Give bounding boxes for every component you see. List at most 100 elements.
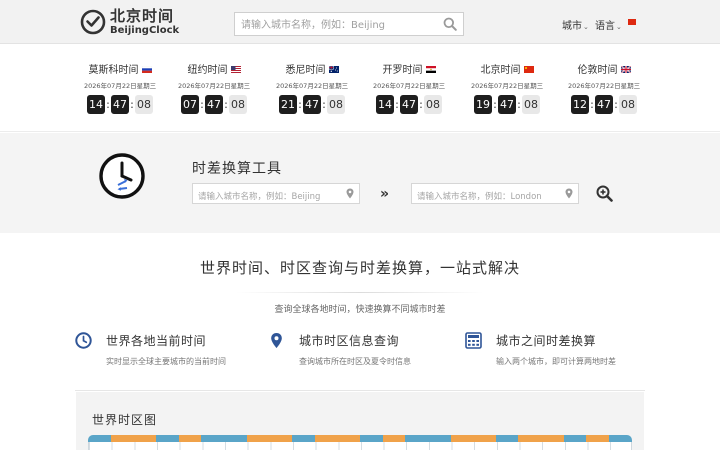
world-timezone-map-panel: 世界时区图 — [76, 392, 644, 450]
site-header: 北京时间 BeijingClock 城市⌄ 语言⌄ — [0, 0, 720, 44]
clock-minute: 47 — [111, 95, 129, 114]
timezone-segment — [359, 435, 383, 442]
clock-second: 08 — [619, 95, 637, 114]
world-clock-row: 莫斯科时间 2026年07月22日星期三 14:47:08 纽约时间 2026年… — [0, 45, 720, 132]
location-pin-icon — [346, 188, 354, 199]
timezone-segment — [337, 435, 360, 442]
clock-minute: 47 — [303, 95, 321, 114]
timezone-segment — [88, 435, 111, 442]
timezone-segment — [133, 435, 156, 442]
feature-time-difference[interactable]: 城市之间时差换算 输入两个城市，即可计算两地时差 — [465, 331, 665, 371]
timezone-segment — [541, 435, 564, 442]
nav-language-menu[interactable]: 语言⌄ — [595, 17, 622, 32]
feature-description: 查询城市所在时区及夏令时信息 — [299, 357, 411, 366]
logo-subtitle: BeijingClock — [110, 25, 180, 36]
double-chevron-right-icon: » — [380, 186, 390, 202]
timezone-segment — [586, 435, 610, 442]
timezone-segment — [110, 435, 134, 442]
calculator-icon — [465, 332, 482, 349]
city-search-input[interactable] — [235, 14, 431, 37]
timezone-segment — [269, 435, 292, 442]
feature-title: 城市时区信息查询 — [299, 334, 400, 348]
feature-description: 输入两个城市，即可计算两地时差 — [496, 357, 616, 366]
clock-card-moscow[interactable]: 莫斯科时间 2026年07月22日星期三 14:47:08 — [84, 65, 156, 114]
clock-time: 19:47:08 — [471, 95, 543, 114]
features-divider — [75, 390, 645, 391]
clock-date: 2026年07月22日星期三 — [276, 82, 349, 90]
clock-minute: 47 — [498, 95, 516, 114]
china-flag-icon[interactable] — [628, 19, 636, 25]
clock-date: 2026年07月22日星期三 — [178, 82, 251, 90]
clock-card-new-york[interactable]: 纽约时间 2026年07月22日星期三 07:47:08 — [178, 65, 250, 114]
search-icon[interactable] — [443, 17, 457, 31]
timezone-ruler[interactable] — [88, 435, 632, 450]
russia-flag-icon — [141, 65, 152, 73]
site-logo[interactable]: 北京时间 BeijingClock — [80, 7, 180, 39]
clock-time: 14:47:08 — [373, 95, 445, 114]
clock-city-name: 纽约时间 — [187, 65, 228, 76]
location-pin-icon — [565, 188, 573, 199]
chevron-down-icon: ⌄ — [583, 23, 589, 31]
feature-title: 世界各地当前时间 — [106, 334, 207, 348]
clock-time: 14:47:08 — [84, 95, 156, 114]
timezone-ruler-grid — [88, 442, 632, 450]
clock-minute: 47 — [400, 95, 418, 114]
clock-logo-icon — [80, 9, 106, 35]
clock-card-london[interactable]: 伦敦时间 2026年07月22日星期三 12:47:08 — [568, 65, 640, 114]
section-divider — [236, 292, 484, 293]
timezone-segment — [518, 435, 542, 442]
section-title: 世界时间、时区查询与时差换算，一站式解决 — [199, 259, 520, 277]
nav-cities-label: 城市 — [562, 21, 582, 32]
zoom-search-icon[interactable] — [596, 185, 613, 202]
nav-cities-menu[interactable]: 城市⌄ — [562, 17, 589, 32]
logo-title: 北京时间 — [110, 7, 175, 25]
feature-description: 实时显示全球主要城市的当前时间 — [106, 357, 226, 366]
clock-minute: 47 — [205, 95, 223, 114]
timezone-segment — [155, 435, 179, 442]
clock-city-name: 北京时间 — [480, 65, 521, 76]
feature-timezone-lookup[interactable]: 城市时区信息查询 查询城市所在时区及夏令时信息 — [268, 331, 468, 371]
timezone-segment — [609, 435, 632, 442]
uk-flag-icon — [620, 65, 631, 73]
location-pin-icon — [271, 333, 282, 348]
clock-convert-icon — [99, 153, 145, 199]
clock-city-name: 莫斯科时间 — [88, 65, 139, 76]
clock-hour: 12 — [571, 95, 589, 114]
clock-city-name: 悉尼时间 — [285, 65, 326, 76]
clock-city-name: 开罗时间 — [382, 65, 423, 76]
clock-card-sydney[interactable]: 悉尼时间 2026年07月22日星期三 21:47:08 — [276, 65, 348, 114]
timezone-segment — [291, 435, 315, 442]
usa-flag-icon — [230, 65, 241, 73]
feature-world-time[interactable]: 世界各地当前时间 实时显示全球主要城市的当前时间 — [75, 331, 275, 371]
clock-second: 08 — [424, 95, 442, 114]
clock-card-beijing[interactable]: 北京时间 2026年07月22日星期三 19:47:08 — [471, 65, 543, 114]
clock-date: 2026年07月22日星期三 — [84, 82, 157, 90]
converter-title: 时差换算工具 — [192, 161, 282, 177]
clock-city-name: 伦敦时间 — [577, 65, 618, 76]
timezone-segment — [223, 435, 247, 442]
clock-time: 21:47:08 — [276, 95, 348, 114]
clock-second: 08 — [327, 95, 345, 114]
timezone-ruler-band — [88, 435, 632, 442]
china-flag-icon — [523, 65, 534, 73]
clock-second: 08 — [229, 95, 247, 114]
clock-card-cairo[interactable]: 开罗时间 2026年07月22日星期三 14:47:08 — [373, 65, 445, 114]
city-search-box — [234, 12, 464, 37]
timezone-segment — [427, 435, 451, 442]
timezone-segment — [382, 435, 406, 442]
time-difference-converter: 时差换算工具 » — [0, 133, 720, 233]
section-subtitle: 查询全球各地时间，快速换算不同城市时差 — [274, 305, 446, 315]
from-city-input[interactable] — [193, 187, 333, 207]
to-city-field — [411, 183, 579, 207]
timezone-segment — [450, 435, 474, 442]
timezone-segment — [473, 435, 496, 442]
clock-hour: 14 — [376, 95, 394, 114]
clock-minute: 47 — [595, 95, 613, 114]
panel-title: 世界时区图 — [92, 413, 158, 427]
timezone-segment — [246, 435, 270, 442]
timezone-segment — [563, 435, 587, 442]
clock-hour: 14 — [87, 95, 105, 114]
to-city-input[interactable] — [412, 187, 552, 207]
clock-time: 12:47:08 — [568, 95, 640, 114]
clock-time: 07:47:08 — [178, 95, 250, 114]
